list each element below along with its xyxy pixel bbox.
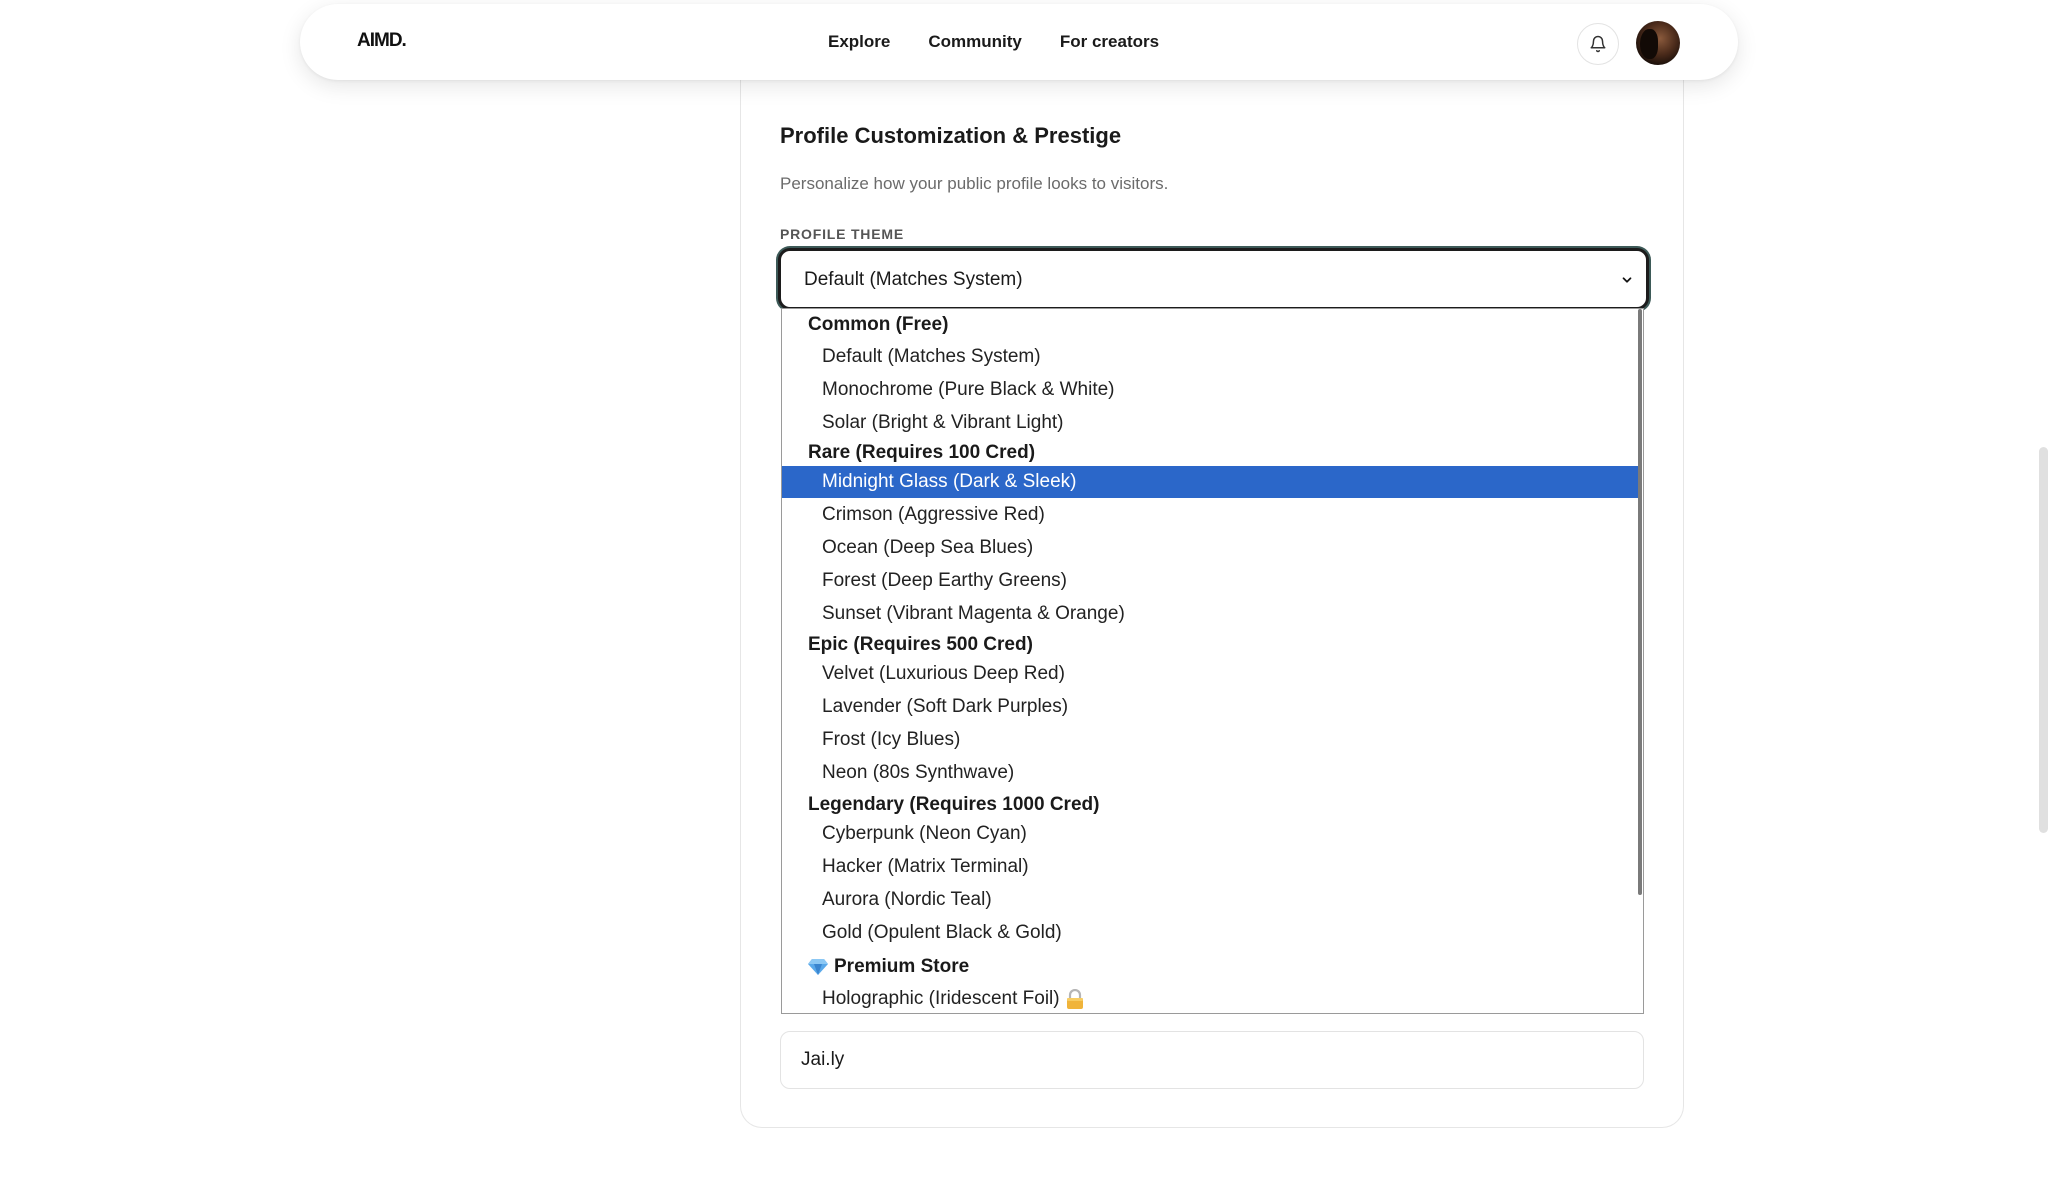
next-input-value: Jai.ly [801,1049,845,1070]
option-velvet[interactable]: Velvet (Luxurious Deep Red) [782,658,1638,690]
option-hacker[interactable]: Hacker (Matrix Terminal) [782,851,1638,883]
optgroup-legendary: Legendary (Requires 1000 Cred) [808,794,1100,815]
option-sunset[interactable]: Sunset (Vibrant Magenta & Orange) [782,598,1638,630]
option-holographic[interactable]: Holographic (Iridescent Foil) [782,983,1638,1013]
option-cyberpunk[interactable]: Cyberpunk (Neon Cyan) [782,818,1638,850]
option-midnight-glass[interactable]: Midnight Glass (Dark & Sleek) [782,466,1638,498]
nav-for-creators[interactable]: For creators [1060,32,1159,52]
main-nav: Explore Community For creators [828,32,1159,52]
premium-store-label: Premium Store [834,956,970,977]
section-subtitle: Personalize how your public profile look… [780,174,1169,193]
chevron-down-icon [1622,277,1632,283]
optgroup-rare: Rare (Requires 100 Cred) [808,442,1036,463]
nav-community[interactable]: Community [928,32,1022,52]
profile-theme-value: Default (Matches System) [804,269,1023,290]
profile-theme-label: PROFILE THEME [780,226,904,242]
nav-explore[interactable]: Explore [828,32,890,52]
option-ocean[interactable]: Ocean (Deep Sea Blues) [782,532,1638,564]
page-scrollbar[interactable] [2039,447,2048,833]
option-gold[interactable]: Gold (Opulent Black & Gold) [782,917,1638,949]
option-default[interactable]: Default (Matches System) [782,341,1638,373]
section-title: Profile Customization & Prestige [780,123,1122,148]
optgroup-premium-store: Premium Store [782,951,1638,983]
theme-dropdown-list[interactable]: Common (Free) Default (Matches System) M… [781,308,1644,1014]
option-aurora[interactable]: Aurora (Nordic Teal) [782,884,1638,916]
lock-icon [1066,988,1083,1009]
option-frost[interactable]: Frost (Icy Blues) [782,724,1638,756]
avatar[interactable] [1636,21,1680,65]
option-forest[interactable]: Forest (Deep Earthy Greens) [782,565,1638,597]
optgroup-epic: Epic (Requires 500 Cred) [808,634,1033,655]
holographic-label: Holographic (Iridescent Foil) [822,988,1060,1009]
bell-icon [1590,35,1606,53]
gem-icon [808,958,828,975]
option-neon[interactable]: Neon (80s Synthwave) [782,757,1638,789]
optgroup-common: Common (Free) [808,314,949,335]
logo[interactable]: AIMD. [357,30,407,52]
option-lavender[interactable]: Lavender (Soft Dark Purples) [782,691,1638,723]
option-crimson[interactable]: Crimson (Aggressive Red) [782,499,1638,531]
option-solar[interactable]: Solar (Bright & Vibrant Light) [782,407,1638,439]
notifications-button[interactable] [1577,23,1619,65]
profile-theme-select[interactable]: Default (Matches System) [778,248,1649,310]
top-navbar: AIMD. Explore Community For creators [300,4,1738,80]
option-monochrome[interactable]: Monochrome (Pure Black & White) [782,374,1638,406]
dropdown-scrollbar[interactable] [1638,309,1642,895]
next-text-input[interactable]: Jai.ly [780,1031,1644,1089]
